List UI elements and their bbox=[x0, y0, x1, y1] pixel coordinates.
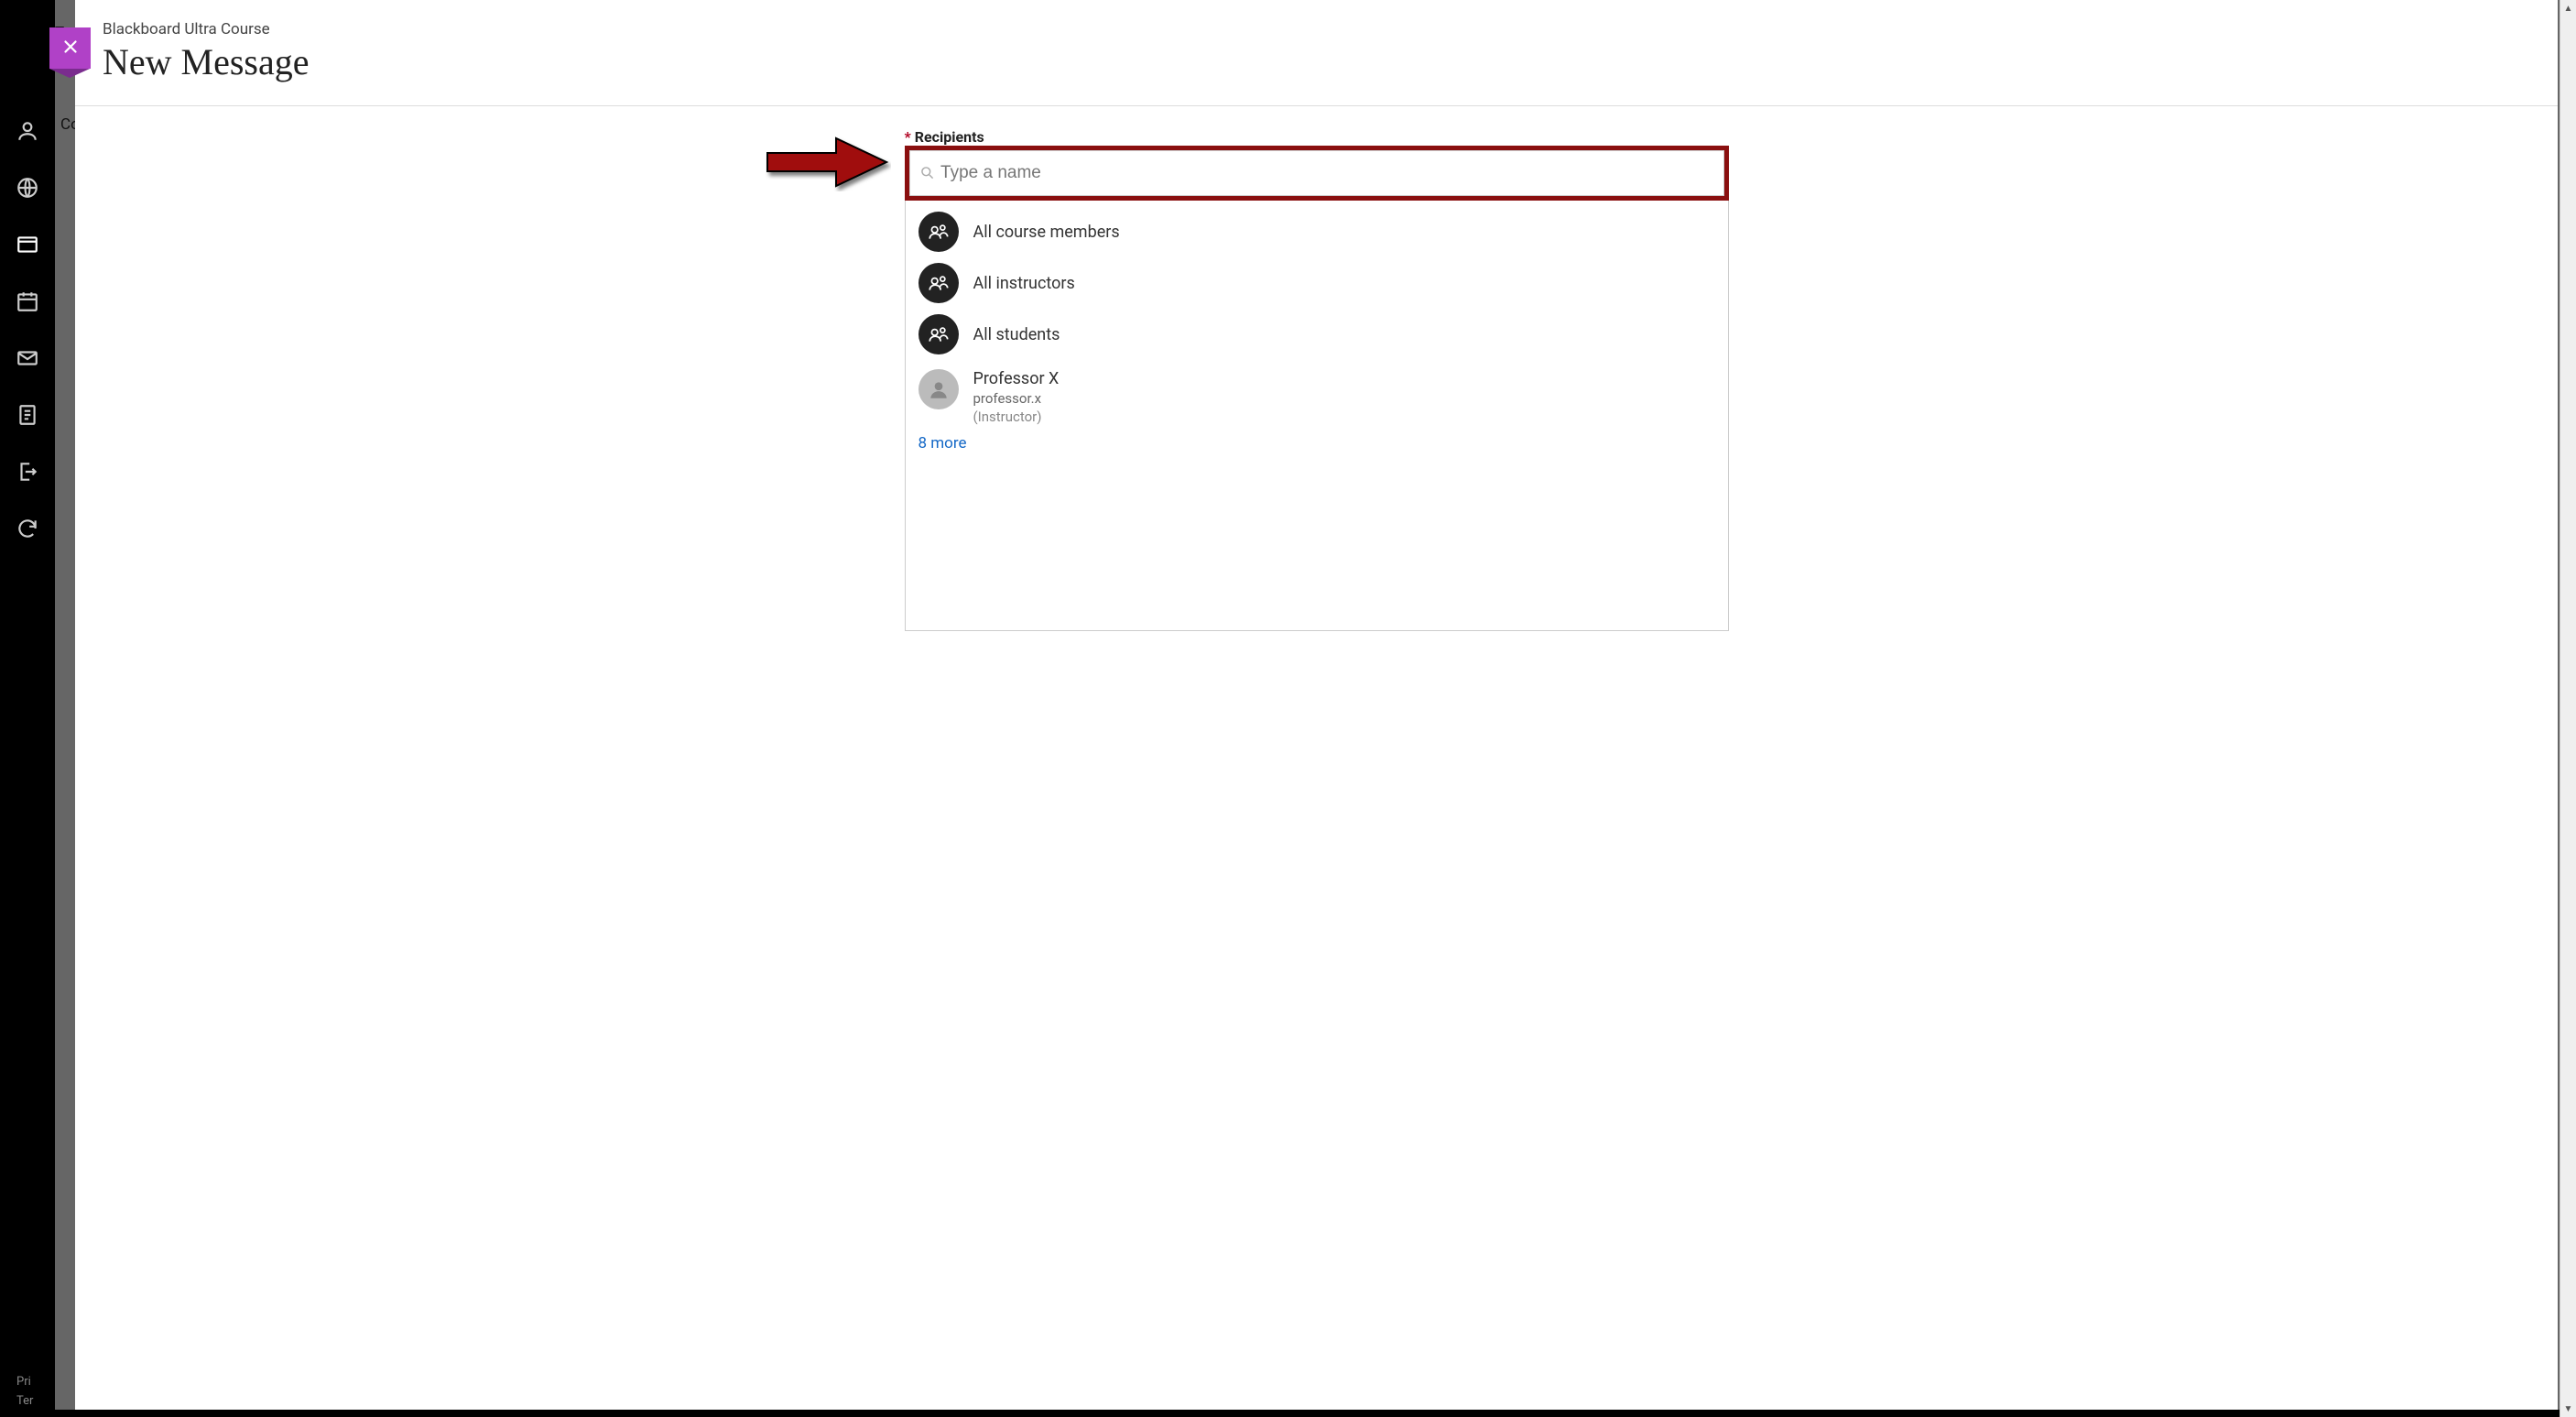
group-icon bbox=[918, 212, 959, 252]
scroll-down-icon[interactable]: ▼ bbox=[2560, 1401, 2576, 1417]
document-icon[interactable] bbox=[16, 403, 39, 427]
panel-header: Blackboard Ultra Course New Message bbox=[75, 0, 2558, 106]
panel-body: *Recipients All course members bbox=[75, 106, 2558, 631]
scroll-up-icon[interactable]: ▲ bbox=[2560, 0, 2576, 16]
new-message-panel: Blackboard Ultra Course New Message *Rec… bbox=[75, 0, 2558, 1410]
suggestion-person-username: professor.x bbox=[973, 390, 1060, 407]
recipients-dropdown: All course members All instructors All s… bbox=[905, 201, 1729, 631]
bottom-bar bbox=[0, 1410, 2560, 1417]
window-scrollbar[interactable]: ▲ ▼ bbox=[2560, 0, 2576, 1417]
suggestion-group-all-students[interactable]: All students bbox=[906, 309, 1728, 360]
suggestion-label: All students bbox=[973, 325, 1060, 344]
close-button[interactable] bbox=[49, 27, 91, 69]
required-marker: * bbox=[905, 128, 911, 146]
annotation-arrow-icon bbox=[763, 133, 891, 191]
suggestion-label: All course members bbox=[973, 223, 1120, 242]
page-title: New Message bbox=[103, 40, 2530, 83]
signout-icon[interactable] bbox=[16, 460, 39, 484]
close-icon bbox=[60, 37, 81, 60]
group-icon bbox=[918, 314, 959, 354]
show-more-link[interactable]: 8 more bbox=[906, 431, 1728, 448]
nav-footer: Pri Ter bbox=[16, 1373, 33, 1412]
annotation-highlight bbox=[905, 146, 1729, 201]
recipients-label: *Recipients bbox=[905, 128, 1729, 146]
recipients-label-text: Recipients bbox=[915, 128, 984, 146]
recipients-form: *Recipients All course members bbox=[905, 128, 1729, 631]
suggestion-group-all-members[interactable]: All course members bbox=[906, 206, 1728, 257]
search-icon bbox=[919, 165, 936, 181]
suggestion-label: All instructors bbox=[973, 274, 1075, 293]
courses-icon[interactable] bbox=[16, 233, 39, 256]
suggestion-group-all-instructors[interactable]: All instructors bbox=[906, 257, 1728, 309]
breadcrumb: Blackboard Ultra Course bbox=[103, 20, 2530, 38]
suggestion-person-professor-x[interactable]: Professor X professor.x (Instructor) bbox=[906, 360, 1728, 431]
suggestion-person-role: (Instructor) bbox=[973, 409, 1060, 425]
recipients-input-wrap[interactable] bbox=[909, 150, 1724, 196]
avatar-icon bbox=[918, 369, 959, 409]
footer-line1: Pri bbox=[16, 1373, 33, 1392]
recipients-input[interactable] bbox=[940, 163, 1713, 183]
suggestion-person-name: Professor X bbox=[973, 369, 1060, 388]
globe-icon[interactable] bbox=[16, 176, 39, 200]
sync-icon[interactable] bbox=[16, 517, 39, 540]
messages-icon[interactable] bbox=[16, 346, 39, 370]
recipients-suggestion-list[interactable]: All course members All instructors All s… bbox=[906, 201, 1728, 448]
left-nav: Pri Ter bbox=[0, 0, 55, 1417]
calendar-icon[interactable] bbox=[16, 289, 39, 313]
group-icon bbox=[918, 263, 959, 303]
footer-line2: Ter bbox=[16, 1392, 33, 1412]
profile-icon[interactable] bbox=[16, 119, 39, 143]
